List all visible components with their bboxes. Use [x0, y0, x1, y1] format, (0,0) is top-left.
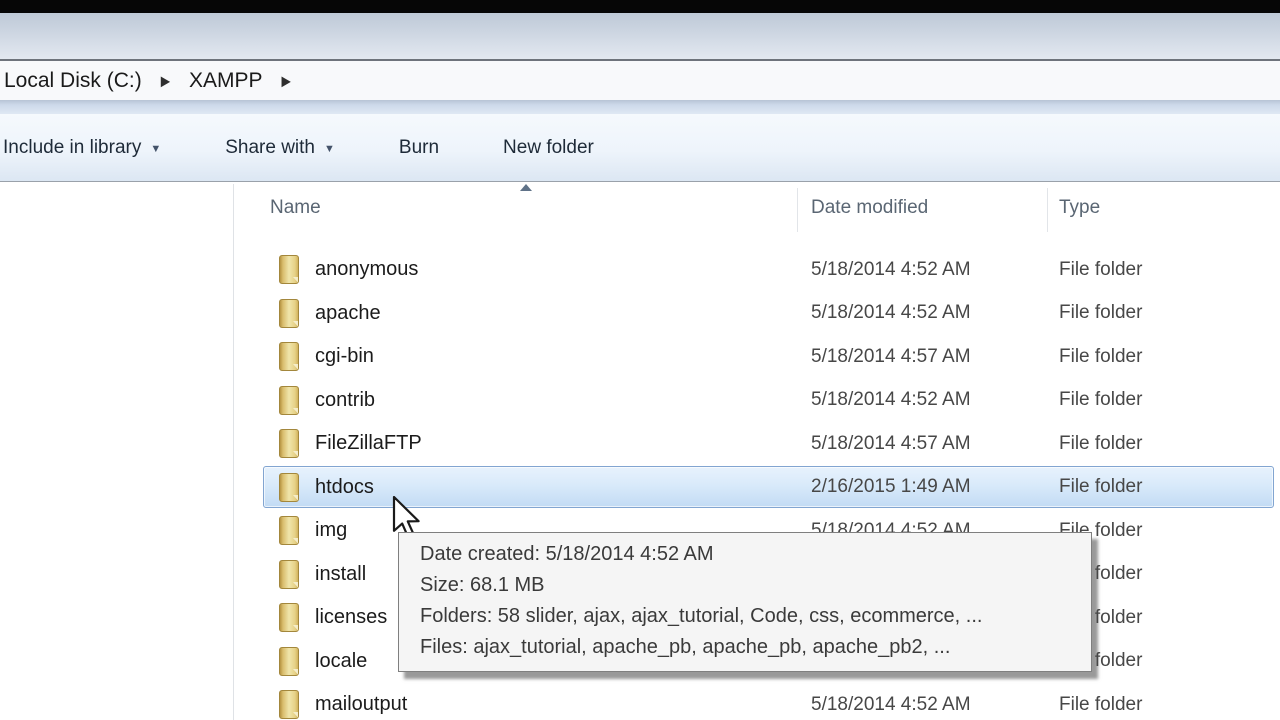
file-type: File folder	[1059, 302, 1143, 324]
file-name: apache	[315, 301, 381, 324]
tooltip-line: Folders: 58 slider, ajax, ajax_tutorial,…	[420, 605, 983, 627]
command-toolbar: Include in library ▼ Share with ▼ Burn ▼…	[0, 114, 1280, 182]
folder-icon	[276, 602, 302, 633]
toolbar-button[interactable]: Include in library ▼	[3, 137, 161, 159]
file-name: contrib	[315, 388, 376, 411]
column-header-name[interactable]: Name	[270, 182, 321, 234]
column-header-date-modified[interactable]: Date modified	[811, 182, 928, 234]
file-name: FileZillaFTP	[315, 432, 422, 455]
column-header-type[interactable]: Type	[1059, 182, 1100, 234]
toolbar-button-label: Include in library	[3, 136, 142, 158]
table-row[interactable]: FileZillaFTP 5/18/2014 4:57 AM File fold…	[233, 422, 1280, 466]
chevron-down-icon: ▼	[324, 143, 335, 155]
file-type: File folder	[1059, 432, 1143, 454]
file-type: File folder	[1059, 389, 1143, 411]
column-separator[interactable]	[1047, 188, 1048, 232]
chevron-down-icon: ▼	[150, 143, 162, 155]
file-name: licenses	[315, 606, 388, 629]
file-type: File folder	[1059, 476, 1143, 498]
folder-icon	[276, 472, 302, 503]
toolbar-button[interactable]: New folder ▼	[503, 137, 594, 159]
file-type: File folder	[1059, 693, 1143, 715]
toolbar-button[interactable]: Burn ▼	[399, 137, 439, 159]
file-date-modified: 5/18/2014 4:52 AM	[811, 693, 971, 715]
titlebar-glass	[0, 13, 1280, 59]
breadcrumb-segment[interactable]: XAMPP	[189, 69, 263, 93]
folder-icon	[276, 341, 302, 372]
file-date-modified: 2/16/2015 1:49 AM	[811, 476, 971, 498]
file-date-modified: 5/18/2014 4:52 AM	[811, 302, 971, 324]
top-black-bar	[0, 0, 1280, 13]
file-name: install	[315, 562, 367, 585]
table-row[interactable]: contrib 5/18/2014 4:52 AM File folder	[233, 379, 1280, 423]
folder-icon	[276, 559, 302, 590]
file-name: htdocs	[315, 475, 374, 498]
explorer-window: Local Disk (C:) ▶ XAMPP ▶ Include in lib…	[0, 0, 1280, 720]
table-row[interactable]: mailoutput 5/18/2014 4:52 AM File folder	[233, 683, 1280, 720]
breadcrumb-arrow-icon[interactable]: ▶	[161, 72, 170, 88]
file-date-modified: 5/18/2014 4:57 AM	[811, 345, 971, 367]
tooltip-line: Size: 68.1 MB	[420, 574, 545, 596]
toolbar-button-label: Burn	[398, 136, 440, 158]
table-row[interactable]: apache 5/18/2014 4:52 AM File folder	[233, 292, 1280, 336]
folder-icon	[276, 646, 302, 677]
address-bar[interactable]: Local Disk (C:) ▶ XAMPP ▶	[0, 59, 1280, 100]
folder-icon	[276, 254, 302, 285]
toolbar-button[interactable]: Share with ▼	[225, 137, 335, 159]
file-name: cgi-bin	[315, 345, 374, 368]
breadcrumb-arrow-icon[interactable]: ▶	[281, 72, 290, 88]
toolbar-button-label: Share with	[225, 136, 316, 158]
file-name: anonymous	[315, 258, 419, 281]
table-row[interactable]: htdocs 2/16/2015 1:49 AM File folder	[233, 465, 1280, 510]
table-row[interactable]: cgi-bin 5/18/2014 4:57 AM File folder	[233, 335, 1280, 379]
file-name: mailoutput	[315, 693, 408, 716]
file-date-modified: 5/18/2014 4:52 AM	[811, 389, 971, 411]
addressbar-glass-band	[0, 100, 1280, 114]
folder-icon	[276, 515, 302, 546]
table-row[interactable]: anonymous 5/18/2014 4:52 AM File folder	[233, 248, 1280, 292]
breadcrumb-segment[interactable]: Local Disk (C:)	[4, 69, 142, 93]
file-type: File folder	[1059, 345, 1143, 367]
column-separator[interactable]	[797, 188, 798, 232]
file-name: img	[315, 519, 348, 542]
folder-icon	[276, 689, 302, 720]
folder-icon	[276, 385, 302, 416]
tooltip-line: Files: ajax_tutorial, apache_pb, apache_…	[420, 636, 951, 658]
breadcrumb: Local Disk (C:) ▶ XAMPP ▶	[0, 69, 310, 93]
toolbar-button-label: New folder	[503, 136, 594, 158]
folder-icon	[276, 298, 302, 329]
sort-ascending-icon	[520, 184, 532, 191]
file-type: File folder	[1059, 258, 1143, 280]
tooltip-line: Date created: 5/18/2014 4:52 AM	[420, 543, 714, 565]
file-date-modified: 5/18/2014 4:57 AM	[811, 432, 971, 454]
folder-icon	[276, 428, 302, 459]
file-name: locale	[315, 649, 368, 672]
folder-info-tooltip: Date created: 5/18/2014 4:52 AM Size: 68…	[398, 532, 1092, 672]
file-date-modified: 5/18/2014 4:52 AM	[811, 258, 971, 280]
